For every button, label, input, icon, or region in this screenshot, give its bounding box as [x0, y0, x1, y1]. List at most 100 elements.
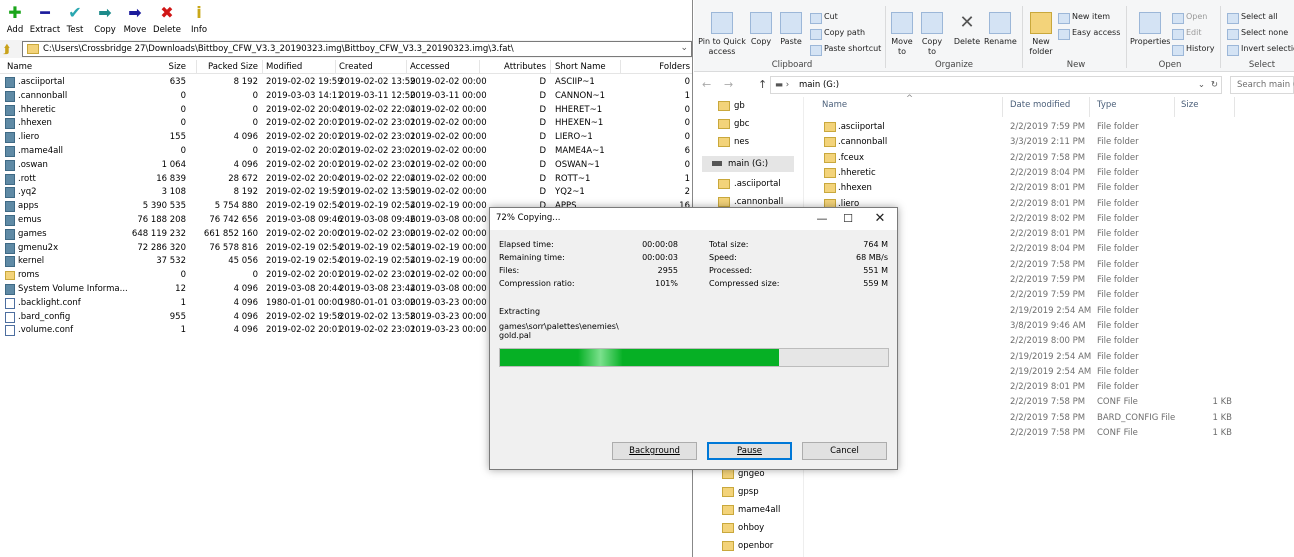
forward-arrow-icon[interactable]: →	[724, 78, 733, 91]
drive-icon: ▬ ›	[775, 80, 790, 90]
column-divider[interactable]	[1002, 97, 1003, 117]
easy-access-button[interactable]: Easy access	[1058, 28, 1120, 40]
chevron-down-icon[interactable]: ⌄	[1198, 80, 1205, 90]
cell-accessed: 2019-02-19 00:00	[410, 242, 487, 253]
column-header-folders[interactable]: Folders	[659, 62, 690, 72]
stat-value: 68 MB/s	[856, 253, 888, 262]
zip-path-field[interactable]: C:\Users\Crossbridge 27\Downloads\Bittbo…	[22, 41, 692, 57]
column-header-created[interactable]: Created	[339, 62, 373, 72]
explorer-address-field[interactable]: ▬ › main (G:) ⌄ ↻	[770, 76, 1222, 94]
column-divider[interactable]	[550, 60, 551, 74]
dialog-title: 72% Copying...	[496, 213, 561, 223]
open-button[interactable]: Open	[1172, 12, 1207, 24]
history-button[interactable]: History	[1172, 44, 1214, 56]
properties-button[interactable]: Properties	[1130, 12, 1170, 46]
column-divider[interactable]	[196, 60, 197, 74]
chevron-down-icon[interactable]: ⌄	[680, 43, 688, 53]
list-item[interactable]: .hhexen 2/2/2019 8:01 PM File folder	[822, 181, 1292, 196]
edit-button[interactable]: Edit	[1172, 28, 1202, 40]
explorer-search-field[interactable]: Search main (G:)	[1230, 76, 1294, 94]
organize-group-label: Organize	[934, 60, 974, 70]
column-divider[interactable]	[1089, 97, 1090, 117]
background-button[interactable]: Background	[612, 442, 697, 460]
config-file-icon	[5, 297, 15, 309]
table-row[interactable]: .cannonball 0 0 2019-03-03 14:11 2019-03-11 …	[0, 90, 692, 104]
table-row[interactable]: .hhexen 0 0 2019-02-02 20:01 2019-02-02 23:0…	[0, 117, 692, 131]
paste-button[interactable]: Paste	[778, 12, 804, 46]
cell-modified: 2019-02-02 20:00	[266, 228, 343, 239]
column-header-short-name[interactable]: Short Name	[555, 62, 606, 72]
column-divider[interactable]	[406, 60, 407, 74]
nav-item-label: gb	[734, 101, 745, 111]
pin-quick-access-button[interactable]: Pin to Quick access	[698, 12, 746, 57]
copy-button[interactable]: Copy	[748, 12, 774, 46]
cell-accessed: 2019-02-02 00:00	[410, 228, 487, 239]
select-none-button[interactable]: Select none	[1227, 28, 1288, 40]
close-icon[interactable]: ✕	[868, 211, 892, 227]
back-arrow-icon[interactable]: ←	[702, 78, 711, 91]
delete-button[interactable]: ✕ Delete	[952, 12, 982, 46]
table-row[interactable]: .oswan 1 064 4 096 2019-02-02 20:01 2019-02-…	[0, 159, 692, 173]
up-folder-icon[interactable]: ⮭	[3, 42, 17, 56]
column-header-name[interactable]: Name	[7, 62, 32, 72]
column-header-packed-size[interactable]: Packed Size	[208, 62, 258, 72]
column-header-size[interactable]: Size	[169, 62, 186, 72]
cell-folders: 2	[684, 187, 690, 198]
cell-size: 72 286 320	[137, 242, 186, 253]
column-header-modified[interactable]: Modified	[266, 62, 302, 72]
invert-selection-button[interactable]: Invert selection	[1227, 44, 1294, 56]
cell-name: .cannonball	[18, 90, 68, 101]
table-row[interactable]: .asciiportal 635 8 192 2019-02-02 19:59 2019…	[0, 76, 692, 90]
column-header-attributes[interactable]: Attributes	[504, 62, 546, 72]
file-icon	[5, 118, 15, 130]
paste-shortcut-button[interactable]: Paste shortcut	[810, 44, 881, 56]
folder-icon	[722, 523, 734, 533]
move-to-button[interactable]: Move to	[889, 12, 915, 57]
list-item[interactable]: .asciiportal 2/2/2019 7:59 PM File folder	[822, 120, 1292, 135]
copy-to-button[interactable]: Copy to	[919, 12, 945, 57]
refresh-icon[interactable]: ↻	[1211, 80, 1218, 90]
table-row[interactable]: .yq2 3 108 8 192 2019-02-02 19:59 2019-02-02…	[0, 186, 692, 200]
toolbar-button-delete[interactable]: ✖ Delete	[150, 4, 184, 36]
maximize-icon[interactable]: ☐	[836, 211, 860, 227]
column-divider[interactable]	[262, 60, 263, 74]
explorer-column-type[interactable]: Type	[1097, 100, 1117, 110]
toolbar-button-move[interactable]: ➡ Move	[118, 4, 152, 36]
cell-modified: 2019-03-03 14:11	[266, 90, 343, 101]
cancel-button[interactable]: Cancel	[802, 442, 887, 460]
list-item[interactable]: .fceux 2/2/2019 7:58 PM File folder	[822, 151, 1292, 166]
list-item[interactable]: .hheretic 2/2/2019 8:04 PM File folder	[822, 166, 1292, 181]
select-all-button[interactable]: Select all	[1227, 12, 1278, 24]
toolbar-button-copy[interactable]: ➡ Copy	[88, 4, 122, 36]
cut-button[interactable]: Cut	[810, 12, 838, 24]
cell-folders: 6	[684, 146, 690, 156]
minimize-icon[interactable]: —	[810, 211, 834, 227]
explorer-column-date-modified[interactable]: Date modified	[1010, 100, 1070, 110]
table-row[interactable]: .rott 16 839 28 672 2019-02-02 20:04 2019-02…	[0, 173, 692, 187]
table-row[interactable]: .mame4all 0 0 2019-02-02 20:02 2019-02-02 23…	[0, 145, 692, 159]
ribbon-divider	[1022, 6, 1023, 68]
new-folder-button[interactable]: New folder	[1026, 12, 1056, 57]
column-divider[interactable]	[335, 60, 336, 74]
column-divider[interactable]	[1234, 97, 1235, 117]
table-row[interactable]: .hheretic 0 0 2019-02-02 20:04 2019-02-02 22…	[0, 104, 692, 118]
up-arrow-icon[interactable]: ↑	[758, 78, 767, 91]
toolbar-button-extract[interactable]: ━ Extract	[28, 4, 62, 36]
rename-button[interactable]: Rename	[984, 12, 1017, 46]
copy-path-button[interactable]: Copy path	[810, 28, 865, 40]
column-divider[interactable]	[1174, 97, 1175, 117]
cell-created: 2019-02-02 22:04	[339, 104, 416, 115]
cell-size: 37 532	[156, 256, 186, 267]
table-row[interactable]: .liero 155 4 096 2019-02-02 20:01 2019-02-02…	[0, 131, 692, 145]
toolbar-label: Move	[123, 25, 147, 35]
pause-button[interactable]: Pause	[707, 442, 792, 460]
column-header-accessed[interactable]: Accessed	[410, 62, 450, 72]
column-divider[interactable]	[479, 60, 480, 74]
explorer-column-size[interactable]: Size	[1181, 100, 1198, 110]
column-divider[interactable]	[620, 60, 621, 74]
toolbar-button-info[interactable]: i Info	[182, 4, 216, 36]
toolbar-button-test[interactable]: ✔ Test	[58, 4, 92, 36]
new-item-button[interactable]: New item	[1058, 12, 1110, 24]
explorer-column-name[interactable]: Name	[822, 100, 847, 110]
list-item[interactable]: .cannonball 3/3/2019 2:11 PM File folder	[822, 135, 1292, 150]
